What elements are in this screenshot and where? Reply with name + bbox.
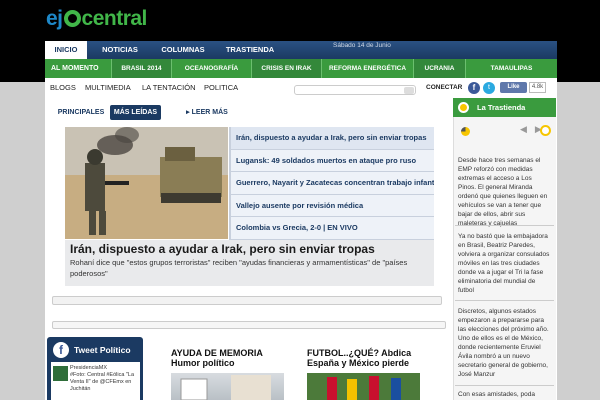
headline-item[interactable]: Irán, dispuesto a ayudar a Irak, pero si…: [229, 127, 434, 150]
article-image[interactable]: [307, 373, 420, 400]
headline-item[interactable]: Vallejo ausente por revisión médica: [229, 194, 434, 218]
sidebar-entry[interactable]: Ya no bastó que la embajadora en Brasil,…: [458, 232, 550, 295]
headline-item[interactable]: Lugansk: 49 soldados muertos en ataque p…: [229, 149, 434, 173]
headline-list: Irán, dispuesto a ayudar a Irak, pero si…: [229, 127, 434, 240]
pause-icon[interactable]: [540, 125, 551, 136]
topic-brasil-2014[interactable]: BRASIL 2014: [111, 59, 171, 78]
article-photo-illustration: [180, 375, 271, 400]
topic-tamaulipas[interactable]: TAMAULIPAS: [465, 59, 557, 78]
logo-part-ej: ej: [46, 7, 63, 30]
featured-title[interactable]: Irán, dispuesto a ayudar a Irak, pero si…: [70, 242, 375, 256]
topic-crisis-irak[interactable]: CRISIS EN IRAK: [251, 59, 321, 78]
facebook-like-button[interactable]: Like: [500, 82, 527, 93]
avatar[interactable]: [53, 366, 68, 381]
top-bar: ej central: [0, 0, 600, 41]
nav-politica[interactable]: POLITICA: [204, 83, 238, 92]
featured-subtitle: Rohaní dice que "estos grupos terrorista…: [70, 258, 408, 278]
topic-reforma-energetica[interactable]: REFORMA ENERGÉTICA: [321, 59, 413, 78]
nav-la-tentacion[interactable]: LA TENTACIÓN: [142, 83, 196, 92]
logo-part-central: central: [81, 7, 148, 30]
article-image[interactable]: [171, 373, 284, 400]
twitter-icon[interactable]: t: [483, 82, 495, 94]
featured-photo-illustration: [65, 127, 228, 239]
nav-columnas[interactable]: COLUMNAS: [152, 41, 214, 59]
sidebar-divider: [455, 225, 554, 226]
search-input[interactable]: [294, 85, 416, 95]
sidebar-entry[interactable]: Discretos, algunos estados empezaron a p…: [458, 307, 550, 379]
nav-noticias[interactable]: NOTICIAS: [93, 41, 147, 59]
tweet-widget-title: Tweet Político: [74, 345, 131, 355]
sidebar-entry[interactable]: Desde hace tres semanas el EMP reforzó c…: [458, 156, 550, 228]
timer-icon: [461, 127, 470, 136]
facebook-icon[interactable]: f: [468, 82, 480, 94]
sidebar-divider: [455, 385, 554, 386]
search-button[interactable]: [404, 87, 414, 94]
tweet-text: #Foto: Central #Eólica "La Venta II" de …: [70, 372, 135, 392]
headline-item[interactable]: Guerrero, Nayarit y Zacatecas concentran…: [229, 172, 434, 195]
topic-ucrania[interactable]: UCRANIA: [413, 59, 465, 78]
main-nav: INICIO NOTICIAS COLUMNAS TRASTIENDA Sába…: [45, 41, 557, 59]
prev-arrow-icon[interactable]: ◀: [520, 124, 527, 134]
nav-inicio[interactable]: INICIO: [45, 41, 87, 59]
carousel-scrollbar[interactable]: [52, 296, 442, 305]
topic-al-momento[interactable]: AL MOMENTO: [45, 59, 111, 78]
nav-blogs[interactable]: BLOGS: [50, 83, 76, 92]
article-title[interactable]: AYUDA DE MEMORIA Humor político: [171, 348, 263, 368]
logo-circle-icon: [63, 10, 81, 27]
sidebar-entry[interactable]: Con esas amistades, poda: [458, 390, 550, 399]
tab-leer-mas[interactable]: ▸ LEER MÁS: [180, 105, 234, 120]
tab-principales[interactable]: PRINCIPALES: [55, 105, 107, 120]
nav-multimedia[interactable]: MULTIMEDIA: [85, 83, 131, 92]
tweet-content: PresidenciaMX #Foto: Central #Eólica "La…: [70, 365, 138, 393]
topics-nav: AL MOMENTO BRASIL 2014 OCEANOGRAFÍA CRIS…: [45, 59, 557, 78]
featured-caption: Irán, dispuesto a ayudar a Irak, pero si…: [65, 240, 434, 286]
sidebar-title: La Trastienda: [477, 103, 526, 112]
nav-trastienda[interactable]: TRASTIENDA: [220, 41, 280, 59]
article-title[interactable]: FUTBOL..¿QUÉ? Abdica España y México pie…: [307, 348, 411, 368]
topic-oceanografia[interactable]: OCEANOGRAFÍA: [171, 59, 251, 78]
trastienda-logo-icon: [458, 102, 469, 113]
featured-image[interactable]: [65, 127, 228, 239]
headline-item[interactable]: Colombia vs Grecia, 2-0 | EN VIVO: [229, 217, 434, 240]
site-logo[interactable]: ej central: [46, 7, 147, 31]
date-label: Sábado 14 de Junio: [333, 42, 391, 49]
connect-label: CONECTAR: [426, 84, 463, 91]
article-photo-illustration: [307, 373, 420, 400]
like-label: Like: [507, 84, 520, 90]
tweet-body: PresidenciaMX #Foto: Central #Eólica "La…: [51, 362, 140, 400]
tab-leer-mas-label: LEER MÁS: [191, 109, 228, 116]
sidebar-header: La Trastienda: [453, 98, 556, 117]
tweet-user[interactable]: PresidenciaMX: [70, 365, 138, 372]
horizontal-scrollbar[interactable]: [52, 321, 446, 329]
tab-mas-leidas[interactable]: MÁS LEÍDAS: [110, 105, 161, 120]
like-count: 4.8k: [529, 82, 546, 93]
facebook-icon: f: [53, 342, 69, 358]
sidebar-divider: [455, 300, 554, 301]
